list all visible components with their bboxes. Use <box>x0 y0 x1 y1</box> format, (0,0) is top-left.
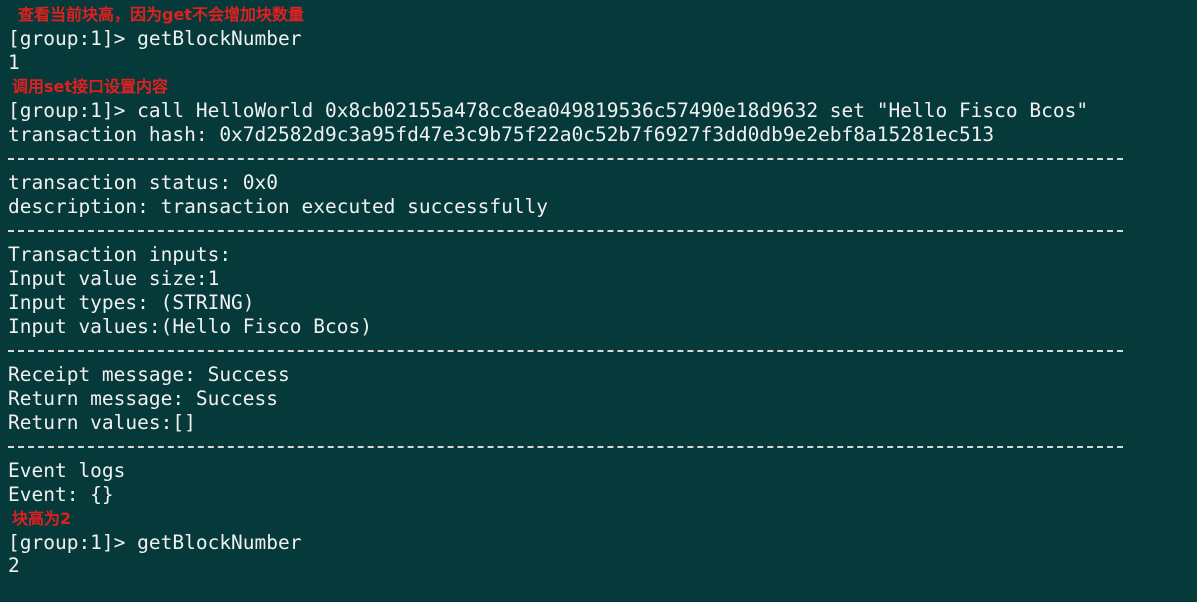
event-logs-header: Event logs <box>8 459 126 482</box>
divider <box>8 339 1197 363</box>
command-line: [group:1]> getBlockNumber <box>8 27 302 50</box>
return-message: Return message: Success <box>8 387 279 410</box>
terminal-window[interactable]: 查看当前块高，因为get不会增加块数量 [group:1]> getBlockN… <box>0 0 1197 602</box>
annotation-note: 查看当前块高，因为get不会增加块数量 <box>18 5 304 24</box>
event-entry: Event: {} <box>8 483 114 506</box>
input-types: Input types: (STRING) <box>8 291 255 314</box>
input-value-size: Input value size:1 <box>8 267 220 290</box>
transaction-status: transaction status: 0x0 <box>8 171 279 194</box>
inputs-header: Transaction inputs: <box>8 243 232 266</box>
divider <box>8 435 1197 459</box>
divider <box>8 219 1197 243</box>
return-values: Return values:[] <box>8 411 196 434</box>
command-output: 2 <box>8 555 20 577</box>
command-output: 1 <box>8 51 20 74</box>
annotation-note: 调用set接口设置内容 <box>12 77 169 96</box>
receipt-message: Receipt message: Success <box>8 363 290 386</box>
command-line: [group:1]> call HelloWorld 0x8cb02155a47… <box>8 99 1089 122</box>
transaction-hash: transaction hash: 0x7d2582d9c3a95fd47e3c… <box>8 123 995 146</box>
annotation-note: 块高为2 <box>12 509 72 528</box>
transaction-description: description: transaction executed succes… <box>8 195 549 218</box>
input-values: Input values:(Hello Fisco Bcos) <box>8 315 372 338</box>
command-line: [group:1]> getBlockNumber <box>8 531 302 554</box>
divider <box>8 147 1197 171</box>
